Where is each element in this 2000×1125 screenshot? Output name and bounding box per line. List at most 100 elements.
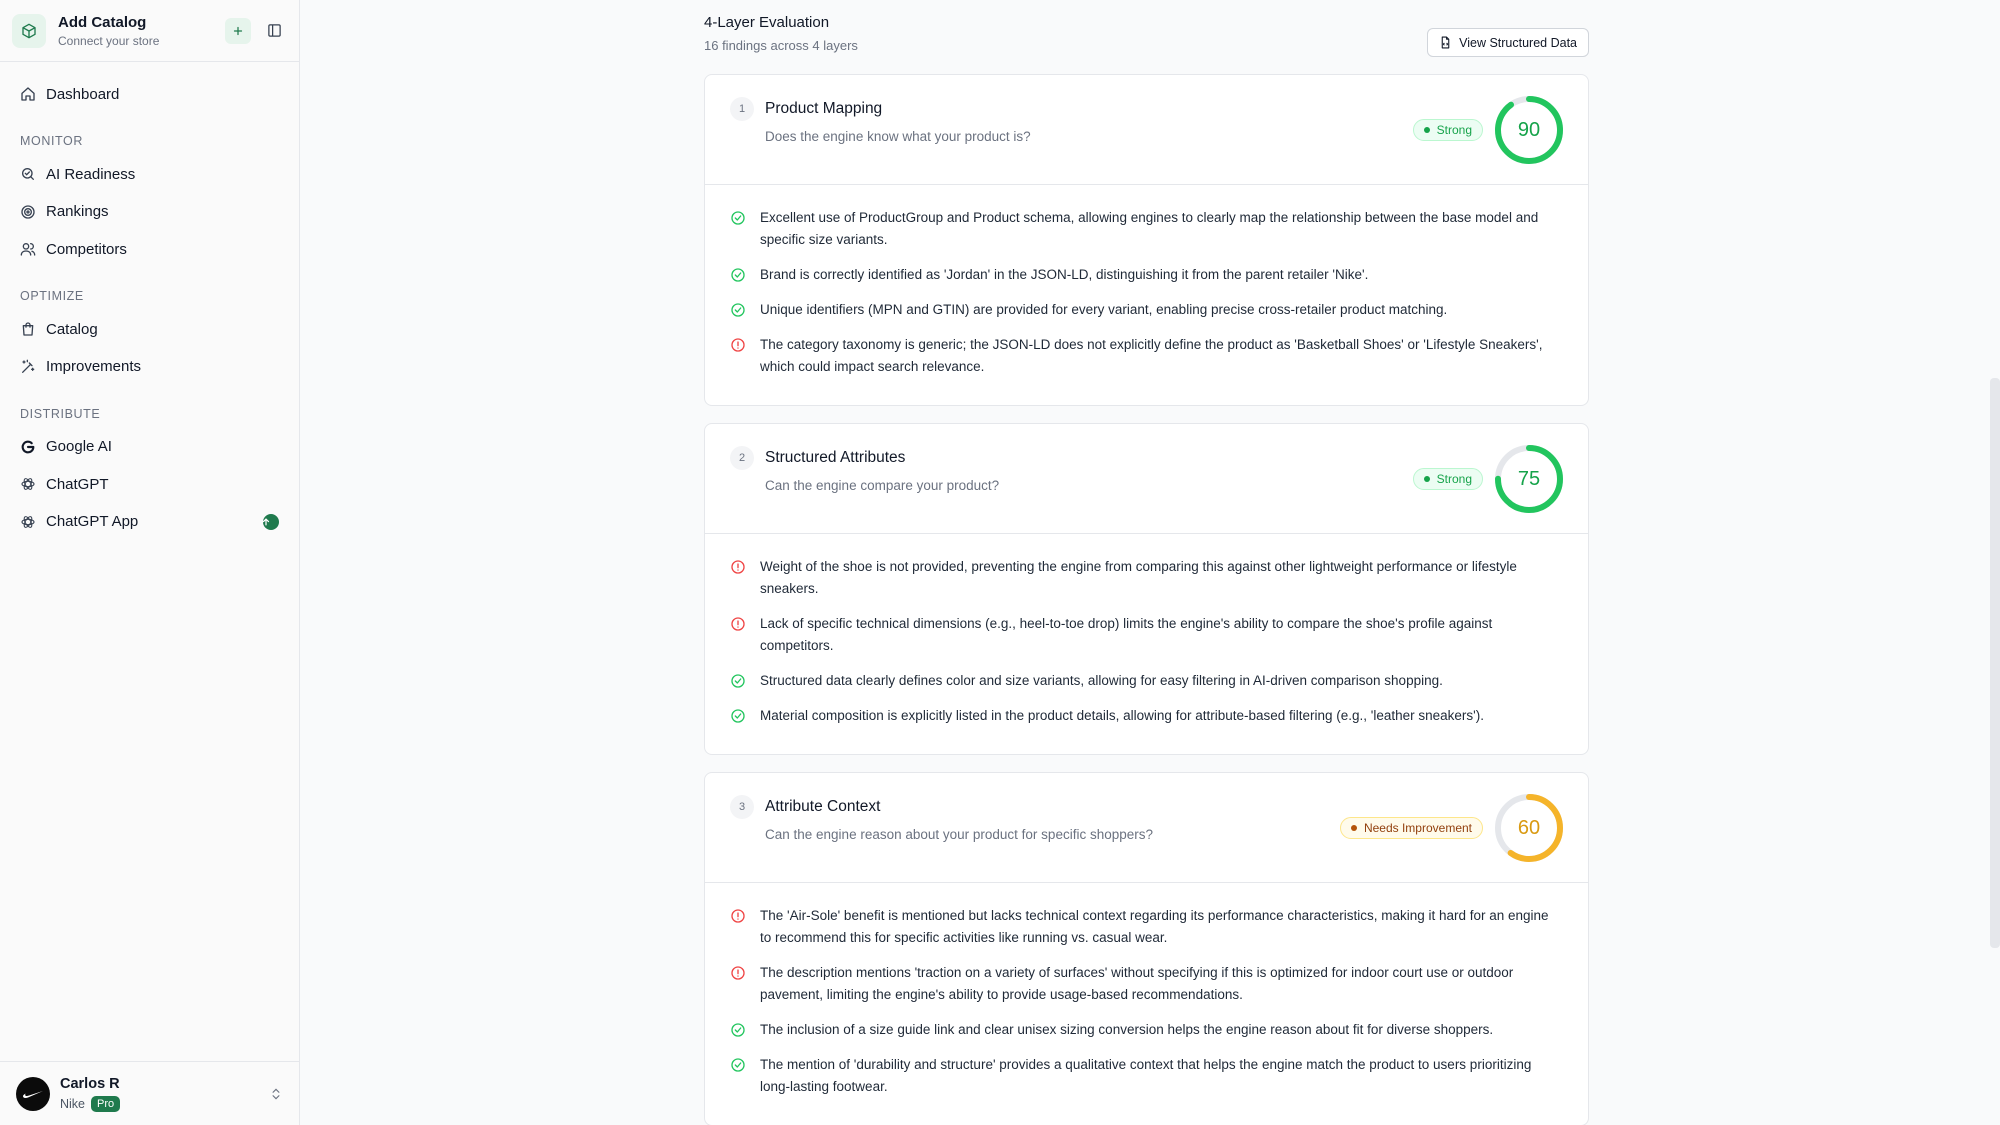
layer-list: 1 Product Mapping Does the engine know w… xyxy=(704,74,1589,1125)
check-circle-icon xyxy=(731,674,745,688)
layer-card: 1 Product Mapping Does the engine know w… xyxy=(704,74,1589,406)
findings-list: Weight of the shoe is not provided, prev… xyxy=(705,534,1588,754)
user-info: Carlos R Nike Pro xyxy=(60,1076,269,1112)
finding-text: The category taxonomy is generic; the JS… xyxy=(760,337,1543,374)
score-value: 90 xyxy=(1517,118,1541,141)
findings-list: The 'Air-Sole' benefit is mentioned but … xyxy=(705,883,1588,1125)
sidebar-item-chatgpt[interactable]: ChatGPT xyxy=(10,466,289,502)
sidebar-item-competitors[interactable]: Competitors xyxy=(10,231,289,267)
layer-number: 3 xyxy=(730,795,754,819)
sidebar-item-ai-readiness[interactable]: AI Readiness xyxy=(10,156,289,192)
search-check-icon xyxy=(22,168,34,180)
sidebar-item-label: Catalog xyxy=(46,320,98,338)
finding-item: The 'Air-Sole' benefit is mentioned but … xyxy=(730,905,1563,949)
finding-text: The inclusion of a size guide link and c… xyxy=(760,1022,1494,1037)
section-optimize: OPTIMIZE xyxy=(20,289,84,303)
layer-card-header[interactable]: 1 Product Mapping Does the engine know w… xyxy=(705,75,1588,185)
users-icon xyxy=(20,243,36,256)
evaluation-summary: 16 findings across 4 layers xyxy=(704,38,858,53)
swoosh-logo xyxy=(23,1090,43,1098)
sidebar-item-label: ChatGPT xyxy=(46,475,109,493)
finding-text: The mention of 'durability and structure… xyxy=(760,1057,1532,1094)
layer-card-header[interactable]: 2 Structured Attributes Can the engine c… xyxy=(705,424,1588,534)
finding-text: Weight of the shoe is not provided, prev… xyxy=(760,559,1517,596)
sidebar-item-google-ai[interactable]: Google AI xyxy=(10,429,289,465)
alert-circle-icon xyxy=(731,560,745,574)
user-menu[interactable]: Carlos R Nike Pro xyxy=(0,1061,299,1125)
status-dot xyxy=(1423,476,1430,482)
user-org: Nike xyxy=(60,1096,86,1111)
sidebar: Add Catalog Connect your store Dashboard… xyxy=(0,0,300,1125)
chevrons-up-down-icon[interactable] xyxy=(269,1087,283,1101)
finding-item: Lack of specific technical dimensions (e… xyxy=(730,613,1563,657)
sidebar-item-rankings[interactable]: Rankings xyxy=(10,194,289,230)
layer-title: Structured Attributes xyxy=(765,449,906,466)
check-circle-icon xyxy=(731,211,745,225)
view-structured-data-button[interactable]: View Structured Data xyxy=(1427,28,1589,57)
finding-item: The description mentions 'traction on a … xyxy=(730,962,1563,1006)
check-circle-icon xyxy=(731,303,745,317)
sidebar-item-label: ChatGPT App xyxy=(46,513,139,530)
finding-text: Material composition is explicitly liste… xyxy=(760,708,1484,723)
sidebar-item-improvements[interactable]: Improvements xyxy=(10,349,289,385)
finding-item: Weight of the shoe is not provided, prev… xyxy=(730,556,1563,600)
view-structured-data-label: View Structured Data xyxy=(1459,35,1577,50)
layer-question: Does the engine know what your product i… xyxy=(765,129,1031,144)
alert-circle-icon xyxy=(731,966,745,980)
sidebar-toggle-button[interactable] xyxy=(261,18,287,44)
status-label: Needs Improvement xyxy=(1363,821,1472,835)
layer-question: Can the engine reason about your product… xyxy=(765,827,1153,842)
alert-circle-icon xyxy=(731,909,745,923)
file-code-icon xyxy=(1441,36,1450,49)
plan-badge: Pro xyxy=(91,1095,121,1112)
score-gauge: 60 xyxy=(1494,793,1564,863)
finding-item: The category taxonomy is generic; the JS… xyxy=(730,334,1563,378)
score-gauge: 90 xyxy=(1494,95,1564,165)
finding-text: Brand is correctly identified as 'Jordan… xyxy=(760,267,1369,282)
finding-item: Excellent use of ProductGroup and Produc… xyxy=(730,207,1563,251)
sidebar-item-chatgpt-app[interactable]: ChatGPT App xyxy=(10,504,289,540)
package-icon[interactable] xyxy=(12,13,46,48)
target-icon xyxy=(21,204,35,219)
add-catalog-link[interactable]: Add Catalog Connect your store xyxy=(58,14,225,48)
finding-item: Brand is correctly identified as 'Jordan… xyxy=(730,264,1563,286)
status-dot xyxy=(1350,825,1357,831)
finding-text: The description mentions 'traction on a … xyxy=(760,965,1514,1002)
openai-icon xyxy=(21,515,35,528)
score-value: 75 xyxy=(1517,467,1541,490)
finding-item: Unique identifiers (MPN and GTIN) are pr… xyxy=(730,299,1563,321)
finding-text: Excellent use of ProductGroup and Produc… xyxy=(760,210,1539,247)
status-badge: Strong xyxy=(1412,119,1483,141)
sidebar-item-catalog[interactable]: Catalog xyxy=(10,311,289,347)
sidebar-item-dashboard[interactable]: Dashboard xyxy=(10,76,289,112)
section-monitor: MONITOR xyxy=(20,134,83,148)
home-icon xyxy=(21,87,35,101)
finding-text: Lack of specific technical dimensions (e… xyxy=(760,616,1493,653)
alert-circle-icon xyxy=(731,617,745,631)
sidebar-title: Add Catalog xyxy=(58,13,147,31)
check-circle-icon xyxy=(731,1058,745,1072)
page-title: 4-Layer Evaluation xyxy=(704,14,830,31)
sidebar-header: Add Catalog Connect your store xyxy=(0,0,299,62)
finding-item: Material composition is explicitly liste… xyxy=(730,705,1563,727)
scrollbar[interactable] xyxy=(1990,378,2000,948)
main-content: 4-Layer Evaluation 16 findings across 4 … xyxy=(301,0,2000,1125)
evaluation-panel: 4-Layer Evaluation 16 findings across 4 … xyxy=(704,0,1589,1125)
status-badge: Needs Improvement xyxy=(1339,817,1483,839)
finding-item: The inclusion of a size guide link and c… xyxy=(730,1019,1563,1041)
status-label: Strong xyxy=(1436,123,1472,137)
sidebar-item-label: Rankings xyxy=(46,203,109,220)
check-circle-icon xyxy=(731,709,745,723)
finding-text: The 'Air-Sole' benefit is mentioned but … xyxy=(760,908,1549,945)
sidebar-item-label: AI Readiness xyxy=(46,165,136,183)
finding-item: Structured data clearly defines color an… xyxy=(730,670,1563,692)
add-catalog-button[interactable] xyxy=(225,17,251,44)
score-gauge: 75 xyxy=(1494,444,1564,514)
layer-title: Product Mapping xyxy=(765,100,883,117)
evaluation-header: 4-Layer Evaluation 16 findings across 4 … xyxy=(704,0,1589,74)
check-circle-icon xyxy=(731,1023,745,1037)
check-circle-icon xyxy=(731,268,745,282)
finding-text: Structured data clearly defines color an… xyxy=(760,673,1443,688)
layer-card-header[interactable]: 3 Attribute Context Can the engine reaso… xyxy=(705,773,1588,883)
magic-wand-icon xyxy=(22,359,35,373)
